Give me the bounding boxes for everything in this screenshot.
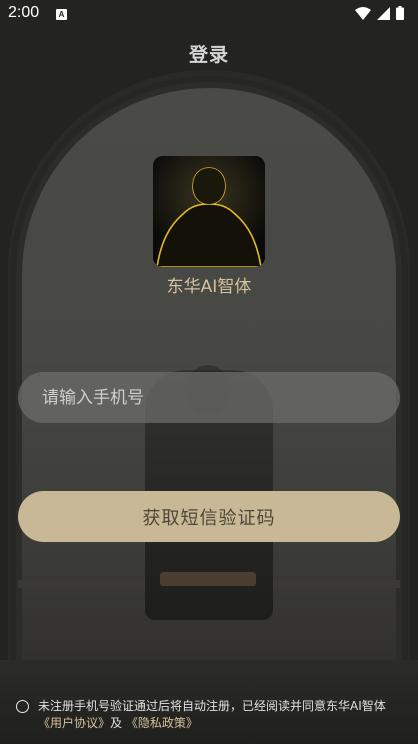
monk-silhouette-icon	[153, 156, 265, 267]
phone-number-input[interactable]	[18, 372, 400, 423]
privacy-policy-link[interactable]: 《隐私政策》	[126, 716, 198, 730]
status-icons	[355, 6, 404, 20]
agreement-radio[interactable]	[16, 700, 29, 713]
agreement-and: 及	[110, 716, 123, 730]
battery-icon	[396, 6, 404, 20]
agreement-text-block: 未注册手机号验证通过后将自动注册，已经阅读并同意东华AI智体 《用户协议》及 《…	[16, 698, 408, 732]
signal-icon	[377, 6, 390, 20]
app-avatar	[153, 156, 265, 267]
notification-a-icon: A	[56, 9, 67, 20]
app-name: 东华AI智体	[166, 277, 252, 297]
get-sms-code-button[interactable]: 获取短信验证码	[18, 491, 400, 542]
agreement-section: 未注册手机号验证通过后将自动注册，已经阅读并同意东华AI智体 《用户协议》及 《…	[16, 698, 408, 732]
status-bar: 2:00 A	[0, 0, 418, 28]
wifi-icon	[355, 6, 371, 20]
user-agreement-link[interactable]: 《用户协议》	[38, 716, 110, 730]
page-title: 登录	[188, 44, 229, 66]
status-time: 2:00	[8, 4, 40, 21]
background-stool	[160, 572, 256, 586]
agreement-text: 未注册手机号验证通过后将自动注册，已经阅读并同意东华AI智体	[38, 699, 386, 713]
